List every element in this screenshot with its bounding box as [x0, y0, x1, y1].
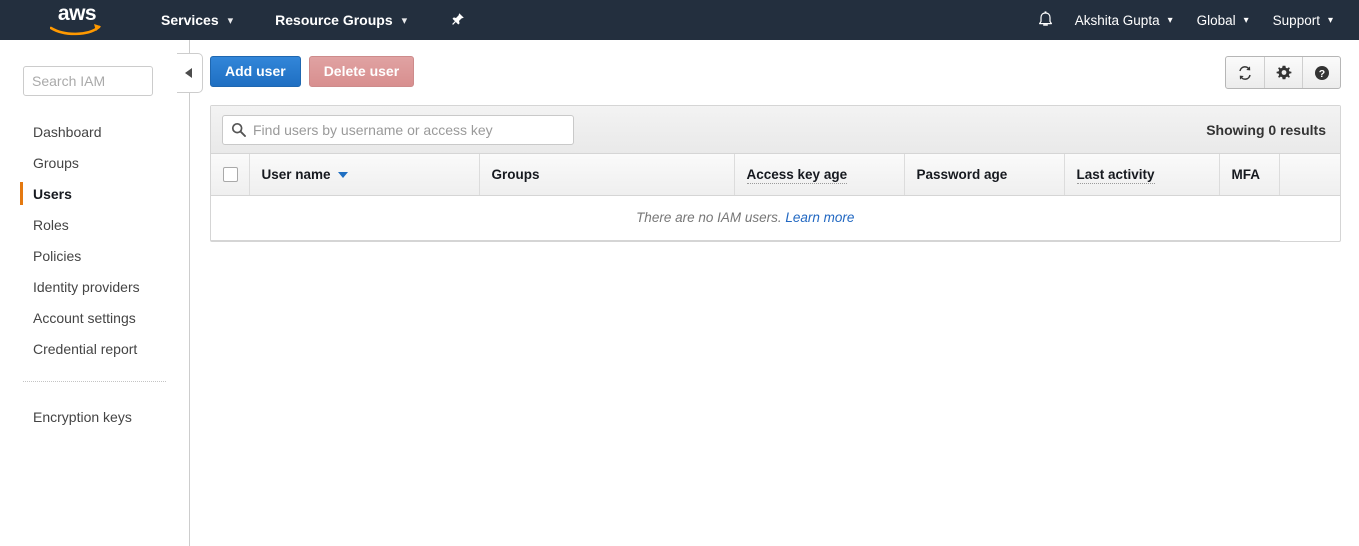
select-all-header [211, 154, 250, 196]
select-all-checkbox[interactable] [223, 167, 238, 183]
sidebar-item-label: Identity providers [33, 278, 140, 295]
empty-state-cell: There are no IAM users. Learn more [211, 195, 1280, 241]
sidebar-item-label: Policies [33, 247, 82, 264]
refresh-icon[interactable] [1226, 57, 1264, 88]
sidebar-item-groups[interactable]: Groups [0, 147, 189, 178]
top-navigation-bar: aws Services ▾ Resource Groups ▾ Akshita… [0, 0, 1359, 40]
sidebar-item-label: Roles [33, 216, 69, 233]
users-search-wrapper [222, 114, 574, 145]
column-header-groups[interactable]: Groups [479, 154, 735, 196]
column-header-label: MFA [1231, 166, 1261, 182]
sidebar-item-users[interactable]: Users [0, 178, 189, 209]
services-menu[interactable]: Services ▾ [151, 0, 243, 40]
chevron-down-icon: ▾ [1327, 14, 1333, 26]
sidebar-item-credential-report[interactable]: Credential report [0, 333, 189, 364]
sidebar-item-dashboard[interactable]: Dashboard [0, 116, 189, 147]
gear-icon-glyph [1276, 65, 1291, 79]
region-menu-label: Global [1196, 12, 1236, 28]
bell-icon-glyph [1039, 11, 1053, 26]
chevron-down-icon: ▾ [227, 14, 234, 27]
aws-logo[interactable]: aws [48, 2, 106, 38]
sidebar-divider [23, 381, 166, 382]
sidebar-item-encryption-keys[interactable]: Encryption keys [0, 401, 189, 432]
aws-logo-smile-icon [50, 24, 101, 36]
main-content: Add user Delete user ? Find users by use… [190, 40, 1359, 546]
table-action-icon-group: ? [1225, 56, 1341, 89]
sort-descending-icon [337, 172, 348, 179]
sidebar-item-label: Dashboard [33, 123, 102, 140]
column-header-last-activity[interactable]: Last activity [1064, 154, 1220, 196]
chevron-down-icon: ▾ [401, 14, 408, 27]
aws-logo-text: aws [57, 2, 97, 25]
region-menu[interactable]: Global ▾ [1185, 0, 1261, 40]
column-header-access-key-age[interactable]: Access key age [734, 154, 905, 196]
top-navigation-right-group: Akshita Gupta ▾ Global ▾ Support ▾ [1029, 0, 1359, 40]
results-count-label: Showing 0 results [1206, 121, 1326, 138]
empty-state-row: There are no IAM users. Learn more [211, 195, 1340, 241]
users-search-input[interactable] [222, 114, 574, 145]
sidebar-search-input[interactable] [23, 66, 153, 96]
users-table-header-row: User name Groups Access key age Password ag… [211, 154, 1340, 196]
users-table: User name Groups Access key age Password ag… [211, 154, 1340, 241]
account-menu-label: Akshita Gupta [1074, 12, 1160, 28]
action-bar: Add user Delete user ? [210, 56, 1341, 94]
column-header-password-age[interactable]: Password age [904, 154, 1065, 196]
gear-icon[interactable] [1264, 57, 1302, 88]
sidebar-item-label: Account settings [33, 309, 136, 326]
sidebar-item-roles[interactable]: Roles [0, 209, 189, 240]
pin-icon[interactable] [443, 0, 471, 40]
sidebar-secondary-list: Encryption keys [0, 401, 189, 432]
sidebar-item-label: Groups [33, 154, 79, 171]
column-header-filler [1279, 154, 1340, 196]
users-table-panel: Showing 0 results U [210, 105, 1341, 242]
sidebar-item-label: Encryption keys [33, 408, 132, 425]
chevron-left-icon [185, 68, 192, 78]
users-table-body: There are no IAM users. Learn more [211, 195, 1340, 241]
notifications-bell-icon[interactable] [1029, 0, 1063, 40]
chevron-down-icon: ▾ [1243, 14, 1249, 26]
resource-groups-menu[interactable]: Resource Groups ▾ [265, 0, 417, 40]
sidebar: Dashboard Groups Users Roles Policies Identit… [0, 40, 203, 546]
sidebar-nav-list: Dashboard Groups Users Roles Policies Identit… [0, 116, 189, 364]
support-menu[interactable]: Support ▾ [1261, 0, 1345, 40]
empty-state-message: There are no IAM users. [636, 210, 782, 225]
support-menu-label: Support [1272, 12, 1320, 28]
sidebar-item-account-settings[interactable]: Account settings [0, 302, 189, 333]
column-header-label: Access key age [746, 166, 848, 184]
page-body: Dashboard Groups Users Roles Policies Identit… [0, 40, 1359, 546]
account-menu[interactable]: Akshita Gupta ▾ [1063, 0, 1185, 40]
users-table-toolbar: Showing 0 results [211, 106, 1340, 154]
help-icon-glyph: ? [1314, 65, 1329, 80]
sidebar-item-identity-providers[interactable]: Identity providers [0, 271, 189, 302]
svg-text:?: ? [1318, 68, 1324, 80]
column-header-user-name[interactable]: User name [249, 154, 480, 196]
sidebar-collapse-toggle[interactable] [177, 53, 203, 93]
learn-more-link[interactable]: Learn more [785, 210, 854, 225]
chevron-down-icon: ▾ [1167, 14, 1173, 26]
sidebar-item-label: Credential report [33, 340, 138, 357]
column-header-label: User name [261, 166, 331, 182]
services-menu-label: Services [161, 12, 219, 28]
sidebar-item-label: Users [33, 185, 72, 202]
column-header-label: Password age [916, 166, 1008, 182]
delete-user-button[interactable]: Delete user [308, 56, 415, 87]
column-header-mfa[interactable]: MFA [1219, 154, 1280, 196]
resource-groups-menu-label: Resource Groups [275, 12, 393, 28]
pin-icon-glyph [452, 13, 464, 25]
refresh-icon-glyph [1239, 65, 1251, 80]
add-user-button[interactable]: Add user [210, 56, 301, 87]
help-icon[interactable]: ? [1302, 57, 1340, 88]
column-header-label: Groups [491, 166, 540, 182]
sidebar-item-policies[interactable]: Policies [0, 240, 189, 271]
column-header-label: Last activity [1076, 166, 1155, 184]
